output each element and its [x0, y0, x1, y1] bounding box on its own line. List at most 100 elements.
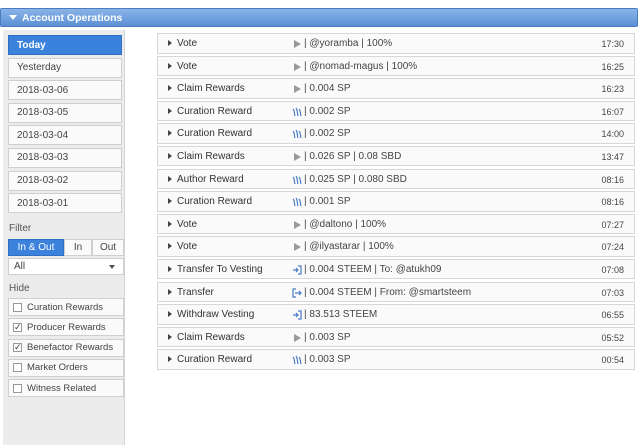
checkbox[interactable]: ✓	[13, 343, 22, 353]
caret-right-icon	[168, 85, 172, 92]
operation-type: Vote	[177, 38, 198, 49]
hide-option[interactable]: Curation Rewards	[8, 298, 124, 316]
date-button[interactable]: 2018-03-03	[8, 147, 122, 168]
play-icon	[292, 83, 302, 95]
play-icon	[292, 241, 302, 253]
operation-detail: | 0.026 SP | 0.08 SBD	[304, 150, 402, 162]
date-button[interactable]: Yesterday	[8, 57, 122, 78]
operation-type: Transfer To Vesting	[177, 263, 263, 275]
hide-option-label: Market Orders	[27, 362, 88, 374]
operation-type: Author Reward	[177, 173, 244, 185]
play-icon	[292, 219, 302, 231]
operation-time: 08:16	[601, 197, 624, 208]
date-button[interactable]: 2018-03-05	[8, 102, 122, 123]
operation-detail: | 0.003 SP	[304, 331, 351, 343]
operation-time: 05:52	[601, 332, 624, 343]
operation-row[interactable]: Transfer To Vesting | 0.004 STEEM | To: @…	[157, 258, 635, 280]
operation-detail: | 0.004 STEEM | To: @atukh09	[304, 263, 442, 275]
operation-detail: | 0.025 SP | 0.080 SBD	[304, 173, 407, 185]
operations-list: Vote | @yoramba | 100% 17:30 Vote | @nomad-m…	[157, 33, 635, 372]
operation-row[interactable]: Claim Rewards | 0.026 SP | 0.08 SBD 13:47	[157, 145, 635, 167]
operation-time: 14:00	[601, 129, 624, 140]
hide-option[interactable]: Witness Related	[8, 379, 124, 398]
direction-select[interactable]: All	[8, 258, 124, 275]
date-button[interactable]: 2018-03-02	[8, 170, 122, 191]
date-button[interactable]: 2018-03-06	[8, 80, 122, 101]
sidebar: Today Yesterday 2018-03-06 2018-03-05 2018-0…	[3, 30, 125, 445]
operation-detail: | 0.001 SP	[304, 196, 351, 208]
hide-option[interactable]: ✓ Producer Rewards	[8, 318, 124, 337]
caret-right-icon	[168, 130, 172, 137]
operation-type: Claim Rewards	[177, 331, 245, 343]
operation-type: Curation Reward	[177, 196, 253, 208]
operation-type: Claim Rewards	[177, 150, 245, 162]
hide-option-label: Benefactor Rewards	[27, 342, 114, 354]
operation-row[interactable]: Vote | @daltono | 100% 07:27	[157, 213, 635, 235]
checkbox[interactable]	[13, 302, 22, 312]
filter-tab[interactable]: Out	[92, 239, 124, 256]
operation-row[interactable]: Vote | @yoramba | 100% 17:30	[157, 33, 635, 54]
caret-right-icon	[168, 107, 172, 114]
steem-icon	[292, 174, 302, 186]
date-button[interactable]: 2018-03-04	[8, 125, 122, 146]
operation-type: Withdraw Vesting	[177, 309, 255, 321]
checkbox[interactable]	[13, 363, 22, 373]
steem-icon	[292, 128, 302, 140]
operation-row[interactable]: Claim Rewards | 0.003 SP 05:52	[157, 326, 635, 348]
date-button[interactable]: 2018-03-01	[8, 193, 122, 214]
operation-detail: | @nomad-magus | 100%	[304, 60, 418, 72]
filter-tab[interactable]: In	[64, 239, 92, 256]
caret-right-icon	[168, 311, 172, 318]
operation-row[interactable]: Vote | @ilyastarar | 100% 07:24	[157, 236, 635, 257]
caret-right-icon	[168, 265, 172, 272]
caret-right-icon	[168, 62, 172, 69]
select-value: All	[14, 261, 26, 272]
operation-detail: | 0.004 SP	[304, 83, 351, 95]
date-button[interactable]: Today	[8, 35, 122, 55]
caret-right-icon	[168, 333, 172, 340]
operation-detail: | @yoramba | 100%	[304, 38, 393, 49]
sign-in-icon	[292, 264, 302, 276]
operation-row[interactable]: Curation Reward | 0.001 SP 08:16	[157, 191, 635, 212]
operation-time: 16:25	[601, 61, 624, 72]
operation-row[interactable]: Withdraw Vesting | 83.513 STEEM 06:55	[157, 304, 635, 325]
operation-row[interactable]: Claim Rewards | 0.004 SP 16:23	[157, 78, 635, 99]
operation-time: 07:08	[601, 264, 624, 275]
hide-option[interactable]: ✓ Benefactor Rewards	[8, 338, 124, 357]
caret-right-icon	[168, 198, 172, 205]
operation-detail: | 83.513 STEEM	[304, 309, 378, 321]
filter-tabs: In & Out In Out	[8, 239, 124, 256]
operation-detail: | 0.003 SP	[304, 354, 351, 366]
caret-right-icon	[168, 175, 172, 182]
play-icon	[292, 151, 302, 163]
account-operations-header[interactable]: Account Operations	[0, 8, 638, 27]
operation-detail: | 0.002 SP	[304, 128, 351, 140]
filter-tab[interactable]: In & Out	[8, 239, 64, 256]
operation-row[interactable]: Curation Reward | 0.002 SP 16:07	[157, 100, 635, 122]
operation-time: 16:23	[601, 84, 624, 95]
header-title: Account Operations	[22, 11, 123, 24]
operation-row[interactable]: Curation Reward | 0.003 SP 00:54	[157, 349, 635, 370]
operation-time: 08:16	[601, 174, 624, 185]
checkbox[interactable]	[13, 383, 22, 393]
hide-option[interactable]: Market Orders	[8, 358, 124, 377]
caret-right-icon	[168, 288, 172, 295]
caret-right-icon	[168, 152, 172, 159]
operation-type: Vote	[177, 241, 198, 253]
operation-row[interactable]: Vote | @nomad-magus | 100% 16:25	[157, 55, 635, 77]
operation-row[interactable]: Transfer | 0.004 STEEM | From: @smartstee…	[157, 281, 635, 303]
operation-time: 00:54	[601, 355, 624, 366]
operation-row[interactable]: Curation Reward | 0.002 SP 14:00	[157, 123, 635, 144]
operation-time: 07:27	[601, 219, 624, 230]
date-list: Today Yesterday 2018-03-06 2018-03-05 2018-0…	[8, 35, 122, 216]
operation-time: 07:03	[601, 287, 624, 298]
sign-in-icon	[292, 309, 302, 321]
operation-type: Claim Rewards	[177, 83, 245, 95]
chevron-down-icon	[109, 265, 115, 269]
play-icon	[292, 38, 302, 50]
operation-detail: | @daltono | 100%	[304, 218, 387, 230]
operation-row[interactable]: Author Reward | 0.025 SP | 0.080 SBD 08:16	[157, 168, 635, 190]
checkbox[interactable]: ✓	[13, 322, 22, 332]
operation-type: Transfer	[177, 286, 214, 298]
caret-right-icon	[168, 40, 172, 46]
